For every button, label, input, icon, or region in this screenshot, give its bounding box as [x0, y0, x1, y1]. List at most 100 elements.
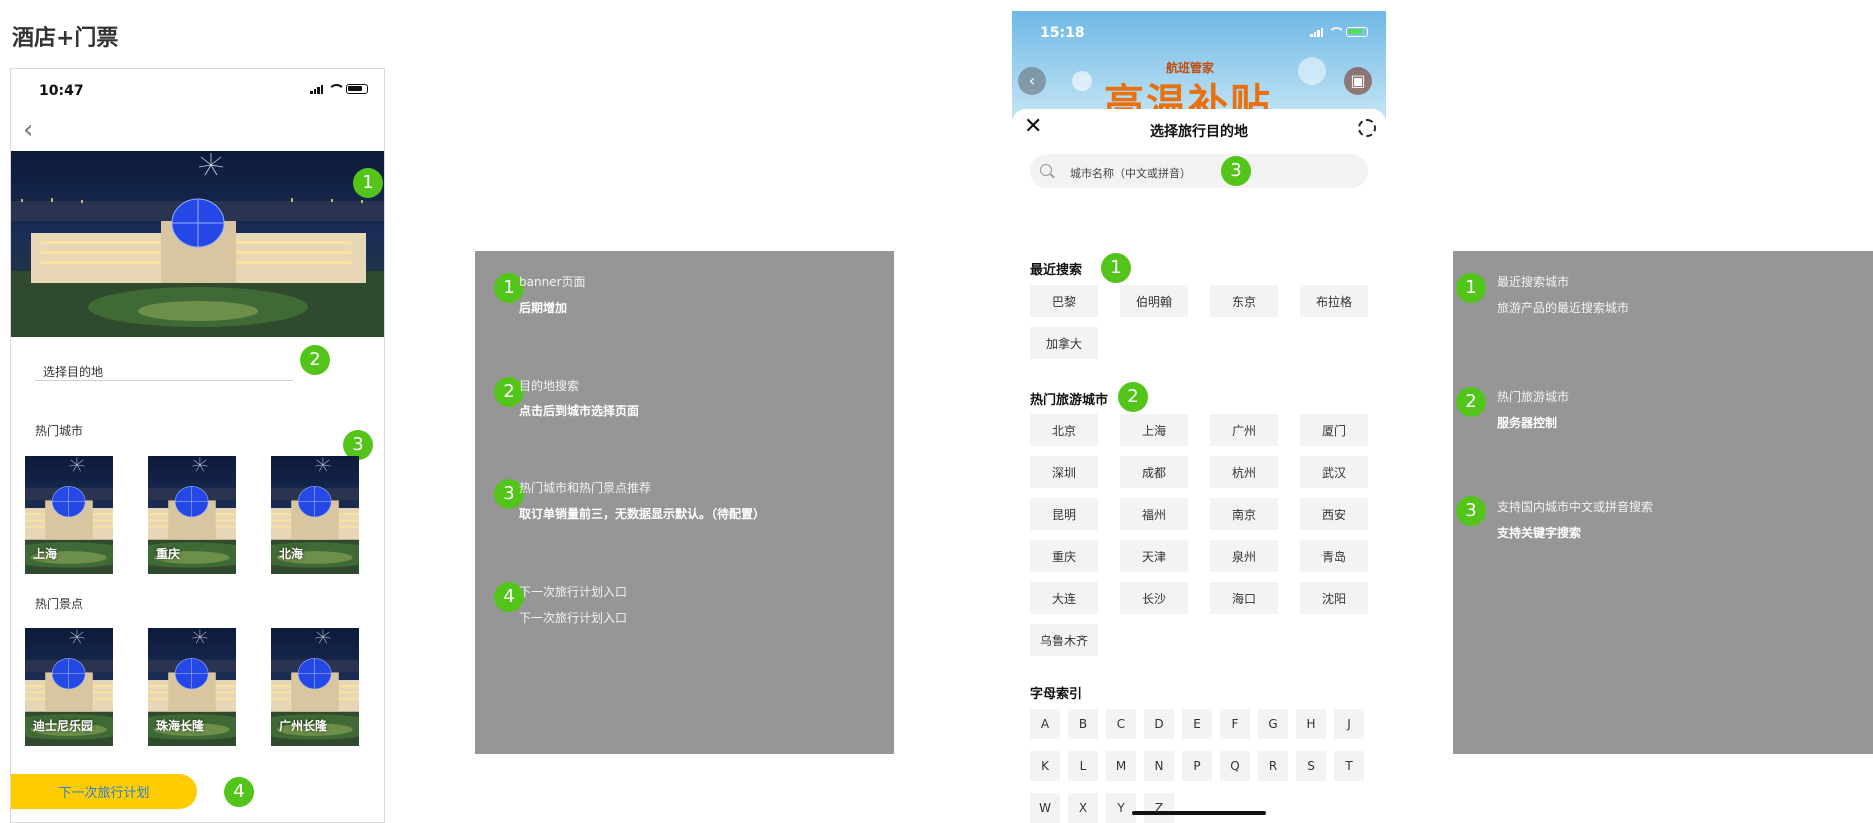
- city-chip[interactable]: 乌鲁木齐: [1030, 624, 1098, 656]
- status-icons: [1310, 27, 1368, 37]
- note-body: 后期增加: [519, 301, 568, 315]
- wifi-icon: [328, 84, 341, 94]
- hot-city-card[interactable]: 重庆: [148, 456, 236, 574]
- letter-index-item[interactable]: J: [1334, 709, 1364, 739]
- city-chip[interactable]: 上海: [1120, 414, 1188, 446]
- letter-index-item[interactable]: R: [1258, 751, 1288, 781]
- banner-gift-icon[interactable]: ▣: [1344, 67, 1372, 95]
- note-body: 服务器控制: [1497, 416, 1558, 430]
- city-chip[interactable]: 布拉格: [1300, 285, 1368, 317]
- hot-spot-card[interactable]: 迪士尼乐园: [25, 628, 113, 746]
- signal-icon: [1310, 27, 1323, 37]
- letter-index-item[interactable]: A: [1030, 709, 1060, 739]
- city-chip[interactable]: 广州: [1210, 414, 1278, 446]
- city-chip[interactable]: 武汉: [1300, 456, 1368, 488]
- note-title: 热门旅游城市: [1497, 390, 1570, 404]
- locate-icon[interactable]: [1358, 119, 1376, 137]
- city-chip[interactable]: 西安: [1300, 498, 1368, 530]
- city-chip[interactable]: 重庆: [1030, 540, 1098, 572]
- status-icons: [310, 84, 368, 94]
- status-time: 15:18: [1040, 25, 1085, 41]
- letter-index-item[interactable]: Q: [1220, 751, 1250, 781]
- letter-index-item[interactable]: B: [1068, 709, 1098, 739]
- letter-index-item[interactable]: L: [1068, 751, 1098, 781]
- city-chip[interactable]: 成都: [1120, 456, 1188, 488]
- hot-city-name: 重庆: [156, 547, 181, 561]
- sheet-title: 选择旅行目的地: [1150, 124, 1248, 140]
- home-indicator: [1132, 811, 1266, 815]
- wifi-icon: [1328, 27, 1341, 37]
- letter-index-item[interactable]: T: [1334, 751, 1364, 781]
- city-chip[interactable]: 东京: [1210, 285, 1278, 317]
- battery-icon: [346, 84, 368, 94]
- note-body: 下一次旅行计划入口: [519, 611, 628, 625]
- city-chip[interactable]: 沈阳: [1300, 582, 1368, 614]
- back-chevron-icon[interactable]: ‹: [23, 117, 33, 143]
- city-chip[interactable]: 南京: [1210, 498, 1278, 530]
- hot-spot-card[interactable]: 广州长隆: [271, 628, 359, 746]
- letter-index-label: 字母索引: [1030, 687, 1083, 702]
- note-title: banner页面: [519, 275, 586, 289]
- city-chip[interactable]: 福州: [1120, 498, 1188, 530]
- letter-index-item[interactable]: W: [1030, 793, 1060, 823]
- letter-index-item[interactable]: S: [1296, 751, 1326, 781]
- annotation-badge-2: 2: [300, 345, 330, 375]
- hot-spots-label: 热门景点: [35, 597, 84, 611]
- city-chip[interactable]: 昆明: [1030, 498, 1098, 530]
- letter-index-item[interactable]: X: [1068, 793, 1098, 823]
- letter-index-item[interactable]: Y: [1106, 793, 1136, 823]
- city-chip[interactable]: 泉州: [1210, 540, 1278, 572]
- annotation-badge-3: 3: [1221, 156, 1251, 186]
- promo-banner: 15:18 航班管家 高温补贴 ‹ ▣: [1012, 11, 1386, 121]
- hot-city-name: 北海: [279, 547, 304, 561]
- city-chip[interactable]: 天津: [1120, 540, 1188, 572]
- letter-index-item[interactable]: C: [1106, 709, 1136, 739]
- note-badge-3: 3: [1456, 496, 1486, 526]
- city-chip[interactable]: 杭州: [1210, 456, 1278, 488]
- banner-back-icon[interactable]: ‹: [1018, 67, 1046, 95]
- destination-field[interactable]: 选择目的地: [35, 355, 293, 381]
- hot-spot-card[interactable]: 珠海长隆: [148, 628, 236, 746]
- note-title: 最近搜索城市: [1497, 275, 1570, 289]
- hot-city-card[interactable]: 北海: [271, 456, 359, 574]
- destination-sheet: ✕ 选择旅行目的地 城市名称（中文或拼音） 3 最近搜索 1 巴黎 伯明翰 东京 布拉…: [1012, 109, 1386, 823]
- letter-index-item[interactable]: D: [1144, 709, 1174, 739]
- letter-index-item[interactable]: G: [1258, 709, 1288, 739]
- next-plan-button[interactable]: 下一次旅行计划: [11, 774, 197, 809]
- note-badge-2: 2: [1456, 387, 1486, 417]
- city-chip[interactable]: 青岛: [1300, 540, 1368, 572]
- city-chip[interactable]: 北京: [1030, 414, 1098, 446]
- battery-icon: [1346, 27, 1368, 37]
- city-chip[interactable]: 海口: [1210, 582, 1278, 614]
- hot-spot-name: 广州长隆: [279, 719, 328, 733]
- annotation-badge-1: 1: [353, 168, 383, 198]
- hotel-ticket-phone-mockup: 10:47 ‹ 1 选择目的地 2 热门城市 3 上海 重庆 北海 热门景点 迪…: [10, 68, 385, 823]
- city-chip[interactable]: 深圳: [1030, 456, 1098, 488]
- letter-index-item[interactable]: P: [1182, 751, 1212, 781]
- city-chip[interactable]: 厦门: [1300, 414, 1368, 446]
- letter-index-item[interactable]: H: [1296, 709, 1326, 739]
- hot-spot-name: 珠海长隆: [156, 719, 205, 733]
- note-title: 热门城市和热门景点推荐: [519, 481, 652, 495]
- status-bar: 10:47: [11, 69, 384, 107]
- hot-cities-label: 热门旅游城市: [1030, 393, 1109, 408]
- hot-city-card[interactable]: 上海: [25, 456, 113, 574]
- city-search-input[interactable]: 城市名称（中文或拼音）: [1030, 154, 1368, 188]
- note-body: 旅游产品的最近搜索城市: [1497, 301, 1630, 315]
- note-body: 取订单销量前三，无数据显示默认。（待配置）: [519, 507, 766, 521]
- letter-index-item[interactable]: K: [1030, 751, 1060, 781]
- letter-index-item[interactable]: E: [1182, 709, 1212, 739]
- city-chip[interactable]: 长沙: [1120, 582, 1188, 614]
- banner-image[interactable]: [11, 151, 385, 337]
- city-chip[interactable]: 巴黎: [1030, 285, 1098, 317]
- note-title: 目的地搜索: [519, 379, 580, 393]
- city-chip[interactable]: 加拿大: [1030, 327, 1098, 359]
- city-chip[interactable]: 大连: [1030, 582, 1098, 614]
- letter-index-item[interactable]: M: [1106, 751, 1136, 781]
- city-chip[interactable]: 伯明翰: [1120, 285, 1188, 317]
- letter-index-item[interactable]: N: [1144, 751, 1174, 781]
- letter-index-item[interactable]: F: [1220, 709, 1250, 739]
- annotation-badge-1: 1: [1101, 253, 1131, 283]
- letter-index-item[interactable]: Z: [1144, 793, 1174, 823]
- hot-spot-name: 迪士尼乐园: [33, 719, 94, 733]
